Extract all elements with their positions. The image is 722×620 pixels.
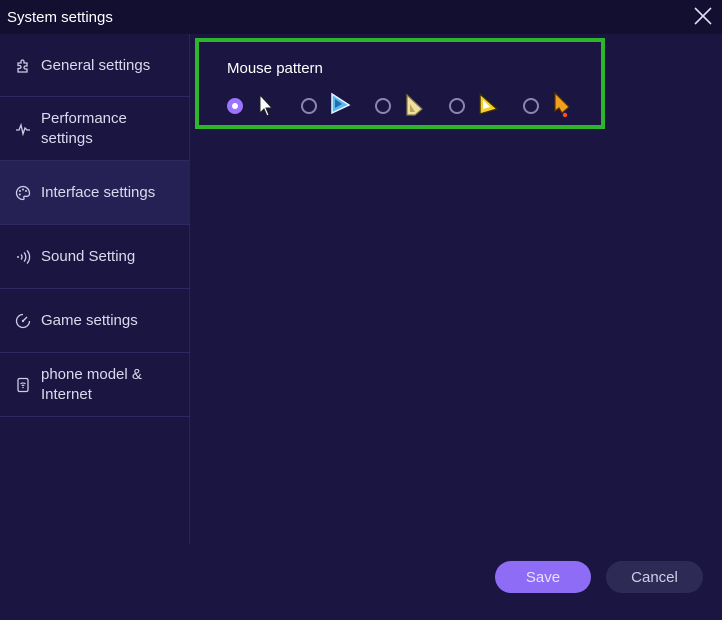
mouse-pattern-option-5[interactable] xyxy=(523,91,583,121)
close-button[interactable] xyxy=(692,5,714,27)
pulse-icon xyxy=(14,120,32,138)
yellow-arrow-cursor-icon xyxy=(475,91,501,119)
cancel-button[interactable]: Cancel xyxy=(606,561,703,593)
sidebar-item-label: phone model & Internet xyxy=(41,366,142,403)
save-button[interactable]: Save xyxy=(495,561,591,593)
close-icon xyxy=(694,7,712,25)
mouse-pattern-option-4[interactable] xyxy=(449,91,509,121)
sidebar-item-general-settings[interactable]: General settings xyxy=(0,34,190,97)
radio-button[interactable] xyxy=(523,98,539,114)
radio-button[interactable] xyxy=(301,98,317,114)
window-title: System settings xyxy=(7,9,113,26)
mouse-pattern-option-3[interactable] xyxy=(375,91,435,121)
cream-arrow-cursor-icon xyxy=(401,91,427,119)
white-arrow-cursor-icon xyxy=(253,91,279,119)
sound-wave-icon xyxy=(14,248,32,266)
sidebar-item-game-settings[interactable]: Game settings xyxy=(0,289,190,353)
radio-button[interactable] xyxy=(375,98,391,114)
radio-button[interactable] xyxy=(449,98,465,114)
mouse-pattern-title: Mouse pattern xyxy=(227,60,323,77)
sidebar-item-label: Interface settings xyxy=(41,184,156,201)
mouse-pattern-section: Mouse pattern xyxy=(195,38,605,129)
sidebar-item-sound-setting[interactable]: Sound Setting xyxy=(0,225,190,289)
title-bar: System settings xyxy=(0,0,722,34)
sidebar-item-label: Sound Setting xyxy=(41,248,136,265)
sidebar-item-label: General settings xyxy=(41,57,151,74)
interface-settings-panel: Mouse pattern xyxy=(191,34,722,620)
mouse-pattern-option-1[interactable] xyxy=(227,91,287,121)
radio-button[interactable] xyxy=(227,98,243,114)
gamepad-icon xyxy=(14,312,32,330)
sidebar-item-label: Game settings xyxy=(41,312,138,329)
sidebar-item-interface-settings[interactable]: Interface settings xyxy=(0,161,190,225)
orange-dot-arrow-cursor-icon xyxy=(549,91,575,119)
mouse-pattern-option-2[interactable] xyxy=(301,91,361,121)
sidebar-item-performance-settings[interactable]: Performance settings xyxy=(0,97,190,161)
palette-icon xyxy=(14,184,32,202)
blue-arrow-cursor-icon xyxy=(327,91,353,119)
puzzle-icon xyxy=(14,57,32,75)
sidebar-item-label: Performance settings xyxy=(41,110,127,147)
wifi-phone-icon xyxy=(14,376,32,394)
sidebar: General settings Performance settings In… xyxy=(0,34,190,544)
sidebar-item-phone-model-internet[interactable]: phone model & Internet xyxy=(0,353,190,417)
